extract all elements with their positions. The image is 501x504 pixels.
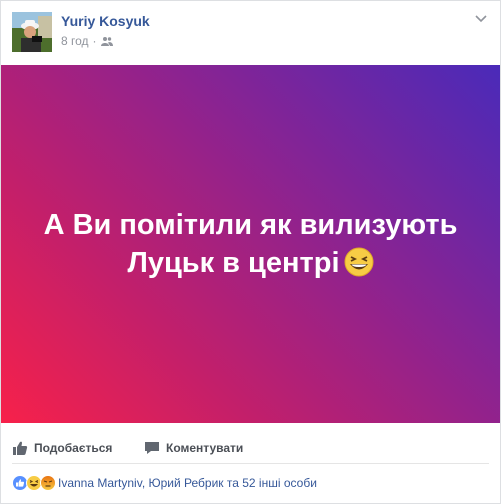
- comment-label: Коментувати: [166, 441, 244, 455]
- reactions-summary[interactable]: Ivanna Martyniv, Юрий Ребрик та 52 інші …: [12, 473, 317, 493]
- post-actions: Подобається Коментувати: [1, 433, 500, 463]
- post-time[interactable]: 8 год: [61, 34, 89, 48]
- post-header: Yuriy Kosyuk 8 год ·: [1, 1, 500, 65]
- banner-text: А Ви помітили як вилизують Луцьк в центр…: [43, 209, 458, 279]
- like-button[interactable]: Подобається: [12, 433, 112, 463]
- like-label: Подобається: [34, 441, 113, 455]
- reactions-text[interactable]: Ivanna Martyniv, Юрий Ребрик та 52 інші …: [58, 476, 317, 490]
- meta-separator: ·: [92, 34, 97, 48]
- grinning-squinting-face-icon: [344, 247, 374, 277]
- status-banner: А Ви помітили як вилизують Луцьк в центр…: [1, 65, 500, 423]
- reaction-icons: [12, 475, 56, 491]
- friends-icon[interactable]: [100, 36, 113, 46]
- actions-divider: [12, 463, 489, 464]
- comment-button[interactable]: Коментувати: [144, 433, 243, 463]
- angry-reaction-icon: [40, 475, 56, 491]
- banner-text-block: А Ви помітили як вилизують Луцьк в центр…: [16, 206, 486, 282]
- chevron-down-icon[interactable]: [474, 13, 488, 23]
- author-name[interactable]: Yuriy Kosyuk: [61, 13, 150, 29]
- speech-bubble-icon: [145, 442, 159, 454]
- avatar-image: [12, 12, 52, 52]
- author-avatar[interactable]: [12, 12, 52, 52]
- thumbs-up-icon: [13, 441, 28, 455]
- post-card: Yuriy Kosyuk 8 год · А Ви помітили як ви…: [0, 0, 501, 504]
- post-meta: 8 год ·: [61, 34, 113, 48]
